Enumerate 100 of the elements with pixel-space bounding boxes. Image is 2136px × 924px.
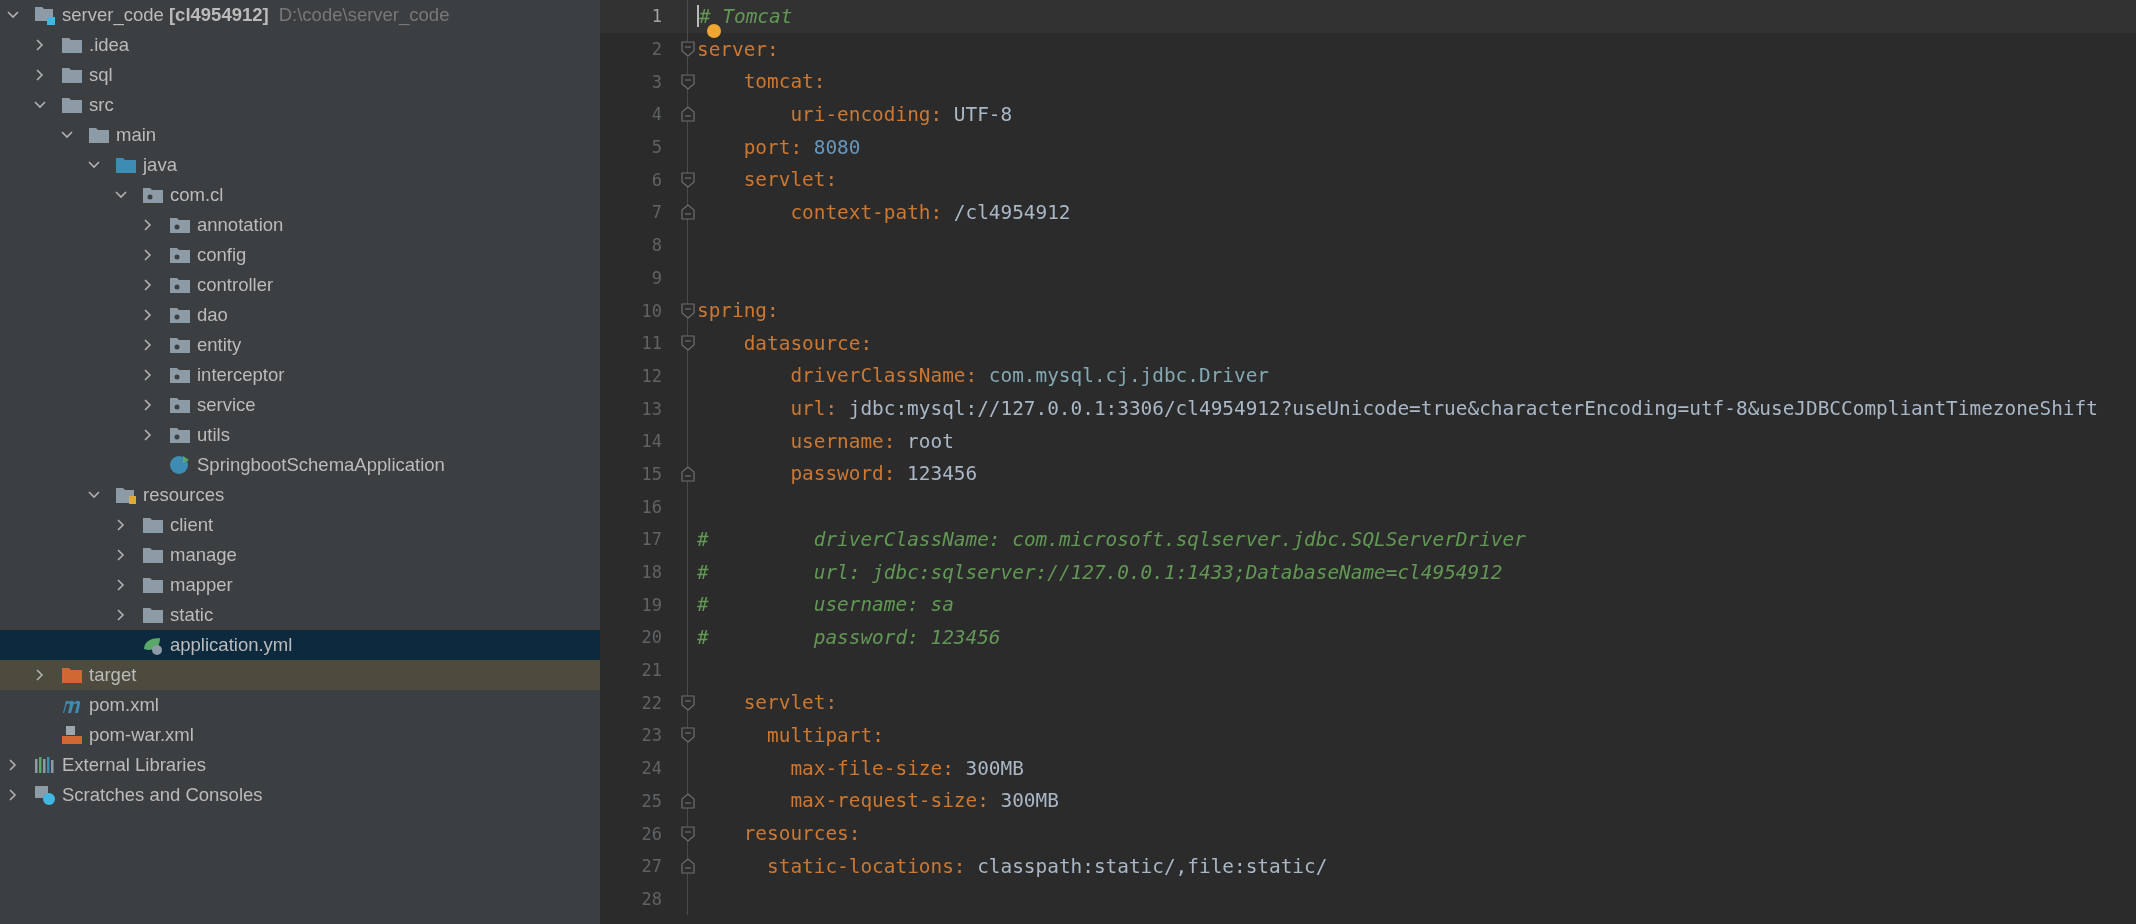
tree-row[interactable]: com.cl xyxy=(0,180,600,210)
fold-marker-icon[interactable] xyxy=(681,694,695,711)
package-folder-icon xyxy=(169,245,191,265)
folder-icon xyxy=(61,35,83,55)
yaml-value: UTF-8 xyxy=(953,102,1013,126)
tree-row[interactable]: application.yml xyxy=(0,630,600,660)
tree-item-label: target xyxy=(89,664,137,686)
tree-item-label: src xyxy=(89,94,114,116)
fold-marker-icon[interactable] xyxy=(681,302,695,319)
yaml-value: jdbc:mysql://127.0.0.1:3306/cl4954912?useUnicode=true&characterEncoding=utf-8&useJDBCCompliantTimezoneShift xyxy=(848,397,2098,421)
fold-marker-icon[interactable] xyxy=(681,825,695,842)
yaml-colon: : xyxy=(942,756,954,780)
text-caret xyxy=(697,5,699,28)
line-number: 3 xyxy=(650,71,662,92)
yaml-key: port xyxy=(697,135,791,159)
yaml-colon: : xyxy=(767,37,779,61)
fold-end-marker-icon[interactable] xyxy=(681,106,695,123)
line-number: 9 xyxy=(650,267,662,288)
line-number: 16 xyxy=(640,496,662,517)
tree-item-label: application.yml xyxy=(170,634,293,656)
fold-marker-icon[interactable] xyxy=(681,335,695,352)
tree-row[interactable]: src xyxy=(0,90,600,120)
tree-row[interactable]: utils xyxy=(0,420,600,450)
tree-item-label: mapper xyxy=(170,574,233,596)
tree-row[interactable]: java xyxy=(0,150,600,180)
tree-item-label: service xyxy=(197,394,256,416)
line-number: 12 xyxy=(640,365,662,386)
fold-marker-icon[interactable] xyxy=(681,727,695,744)
yaml-colon: : xyxy=(825,168,838,192)
tree-item-label: static xyxy=(170,604,214,626)
tree-item-label: Scratches and Consoles xyxy=(62,784,263,806)
line-number: 25 xyxy=(640,790,662,811)
tree-row[interactable]: client xyxy=(0,510,600,540)
tree-item-label: dao xyxy=(197,304,228,326)
package-folder-icon xyxy=(142,185,164,205)
tree-item-label: sql xyxy=(89,64,113,86)
yaml-value: 300MB xyxy=(1000,789,1059,813)
yaml-key: servlet xyxy=(697,691,826,715)
yaml-key: multipart xyxy=(697,723,873,747)
tree-row[interactable]: static xyxy=(0,600,600,630)
yaml-key: server xyxy=(697,37,768,61)
tree-row[interactable]: Scratches and Consoles xyxy=(0,780,600,810)
package-folder-icon xyxy=(169,425,191,445)
project-path: D:\code\server_code xyxy=(278,4,450,26)
line-number: 21 xyxy=(640,660,662,681)
fold-end-marker-icon[interactable] xyxy=(681,465,695,482)
leaf-icon xyxy=(142,635,164,655)
yaml-key: servlet xyxy=(697,168,826,192)
yaml-key: driverClassName xyxy=(697,364,966,388)
tree-row[interactable]: server_code [cl4954912] D:\code\server_code xyxy=(0,0,600,30)
line-number: 26 xyxy=(640,823,662,844)
tree-row[interactable]: mapper xyxy=(0,570,600,600)
tree-item-label: utils xyxy=(197,424,230,446)
line-number: 2 xyxy=(650,39,662,60)
lightbulb-icon[interactable] xyxy=(706,22,722,39)
tree-row[interactable]: SpringbootSchemaApplication xyxy=(0,450,600,480)
line-number: 23 xyxy=(640,725,662,746)
tree-row[interactable]: annotation xyxy=(0,210,600,240)
fold-marker-icon[interactable] xyxy=(681,171,695,188)
line-number: 11 xyxy=(640,333,662,354)
tree-row[interactable]: manage xyxy=(0,540,600,570)
tree-row[interactable]: dao xyxy=(0,300,600,330)
tree-row[interactable]: .idea xyxy=(0,30,600,60)
code-comment: # driverClassName: com.microsoft.sqlserver.jdbc.SQLServerDriver xyxy=(697,527,1526,551)
line-number: 20 xyxy=(640,627,662,648)
yaml-key: max-file-size xyxy=(697,756,943,780)
tree-item-label: annotation xyxy=(197,214,284,236)
tree-row[interactable]: main xyxy=(0,120,600,150)
yaml-colon: : xyxy=(825,397,838,421)
fold-marker-icon[interactable] xyxy=(681,41,695,58)
fold-marker-icon[interactable] xyxy=(681,73,695,90)
tree-row[interactable]: External Libraries xyxy=(0,750,600,780)
fold-end-marker-icon[interactable] xyxy=(681,204,695,221)
tree-item-label: .idea xyxy=(89,34,130,56)
tree-item-label: client xyxy=(170,514,214,536)
fold-end-marker-icon[interactable] xyxy=(681,858,695,875)
scratches-icon xyxy=(34,785,56,805)
tree-row[interactable]: pom.xml xyxy=(0,690,600,720)
line-number: 28 xyxy=(640,888,662,909)
tree-item-label: com.cl xyxy=(170,184,224,206)
fold-end-marker-icon[interactable] xyxy=(681,792,695,809)
yaml-key: max-request-size xyxy=(697,789,978,813)
tree-row[interactable]: pom-war.xml xyxy=(0,720,600,750)
yaml-key: static-locations xyxy=(697,854,954,878)
tree-row[interactable]: resources xyxy=(0,480,600,510)
tree-row[interactable]: service xyxy=(0,390,600,420)
tree-row[interactable]: sql xyxy=(0,60,600,90)
tree-row[interactable]: interceptor xyxy=(0,360,600,390)
class-icon xyxy=(169,455,191,475)
tree-row[interactable]: target xyxy=(0,660,600,690)
tree-item-label: pom.xml xyxy=(89,694,159,716)
tree-row[interactable]: controller xyxy=(0,270,600,300)
folder-icon xyxy=(88,125,110,145)
tree-row[interactable]: config xyxy=(0,240,600,270)
line-number: 10 xyxy=(640,300,662,321)
tree-row[interactable]: entity xyxy=(0,330,600,360)
line-number: 13 xyxy=(640,398,662,419)
line-number: 5 xyxy=(650,137,662,158)
code-comment: # url: jdbc:sqlserver://127.0.0.1:1433;DatabaseName=cl4954912 xyxy=(697,560,1503,584)
package-folder-icon xyxy=(169,275,191,295)
